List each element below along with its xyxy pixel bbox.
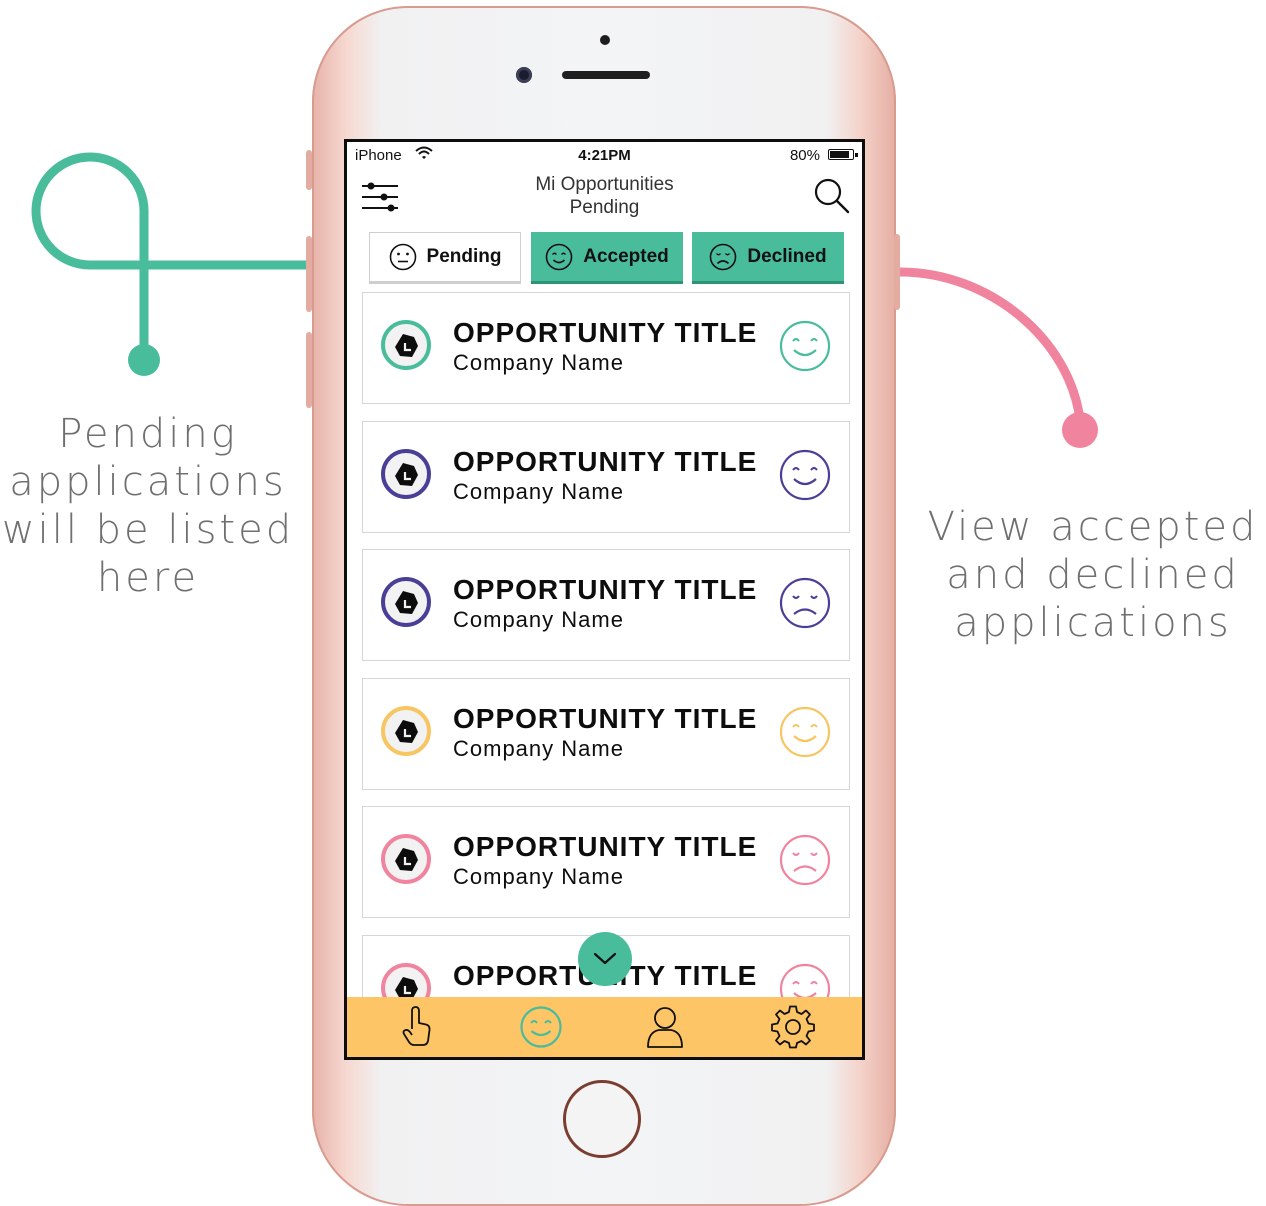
pending-annotation-text: Pending applications will be listed here [1,411,295,601]
opportunity-title: OPPORTUNITY TITLE [453,702,758,734]
sad-face-icon [710,243,737,270]
company-name: Company Name [453,478,624,504]
opportunity-card-2[interactable]: OPPORTUNITY TITLE Company Name [362,420,850,533]
tab-declined-label: Declined [747,245,827,267]
app-screen: iPhone 4:21PM 80% Mi Opportunities Pendi… [344,139,865,1060]
front-camera [516,67,532,83]
company-logo-icon [395,334,418,357]
company-logo-icon [395,591,418,614]
smile-face-icon [779,449,831,500]
tab-accepted[interactable]: Accepted [531,232,683,284]
company-logo [381,448,431,499]
sad-face-icon [779,834,831,886]
company-logo [381,705,431,756]
pending-annotation-line [31,152,317,350]
bottom-tab-bar [347,997,862,1057]
page-title-main: Mi Opportunities [535,174,674,195]
opportunity-title: OPPORTUNITY TITLE [453,317,758,348]
declined-annotation-line [895,267,1085,425]
battery-icon [828,149,858,160]
smile-face-icon[interactable] [519,1005,563,1049]
phone-mute-switch [306,150,312,190]
opportunity-card-5[interactable]: OPPORTUNITY TITLE Company Name [362,806,850,918]
opportunity-title: OPPORTUNITY TITLE [453,445,758,477]
tab-accepted-label: Accepted [583,245,669,267]
opportunity-card-1[interactable]: OPPORTUNITY TITLE Company Name [362,292,850,404]
user-icon[interactable] [645,1005,685,1049]
scroll-down-button[interactable] [578,932,632,986]
opportunity-card-4[interactable]: OPPORTUNITY TITLE Company Name [362,677,850,790]
hand-pointer-icon[interactable] [399,1005,435,1049]
declined-annotation-dot [1062,412,1098,448]
tab-pending-label: Pending [426,246,502,267]
company-logo-icon [395,848,418,871]
company-name: Company Name [453,864,624,889]
phone-volume-down [306,332,312,408]
search-icon[interactable] [814,178,850,214]
company-logo-icon [395,462,418,486]
battery-percent: 80% [789,147,820,164]
proximity-sensor [600,35,610,45]
status-bar: iPhone 4:21PM 80% [347,142,862,170]
declined-annotation-text: View accepted and declined applications [927,504,1259,646]
phone-power-button [894,234,900,310]
neutral-face-icon [389,243,416,271]
opportunity-title: OPPORTUNITY TITLE [453,574,758,605]
smile-face-icon [779,320,831,372]
tab-declined[interactable]: Declined [692,232,844,284]
gear-icon[interactable] [771,1005,815,1049]
home-button[interactable] [563,1080,641,1158]
company-logo-icon [395,719,418,743]
smile-face-icon [779,706,831,757]
page-title-sub: Pending [569,197,640,218]
chevron-down-icon [593,952,617,965]
opportunity-title: OPPORTUNITY TITLE [453,831,758,862]
page-title: Mi Opportunities Pending [347,173,862,219]
company-logo [381,320,431,370]
tab-pending[interactable]: Pending [369,232,521,284]
status-tabs: Pending Accepted Declined [367,232,845,286]
company-name: Company Name [453,735,624,761]
sad-face-icon [779,577,831,629]
phone-volume-up [306,236,312,312]
pending-annotation-dot [128,344,160,376]
clock: 4:21PM [578,147,631,164]
earpiece-speaker [562,71,650,79]
smile-face-icon [545,243,573,270]
company-name: Company Name [453,350,624,375]
company-logo [381,577,431,627]
opportunity-card-3[interactable]: OPPORTUNITY TITLE Company Name [362,549,850,661]
company-name: Company Name [453,607,624,632]
company-logo [381,834,431,884]
